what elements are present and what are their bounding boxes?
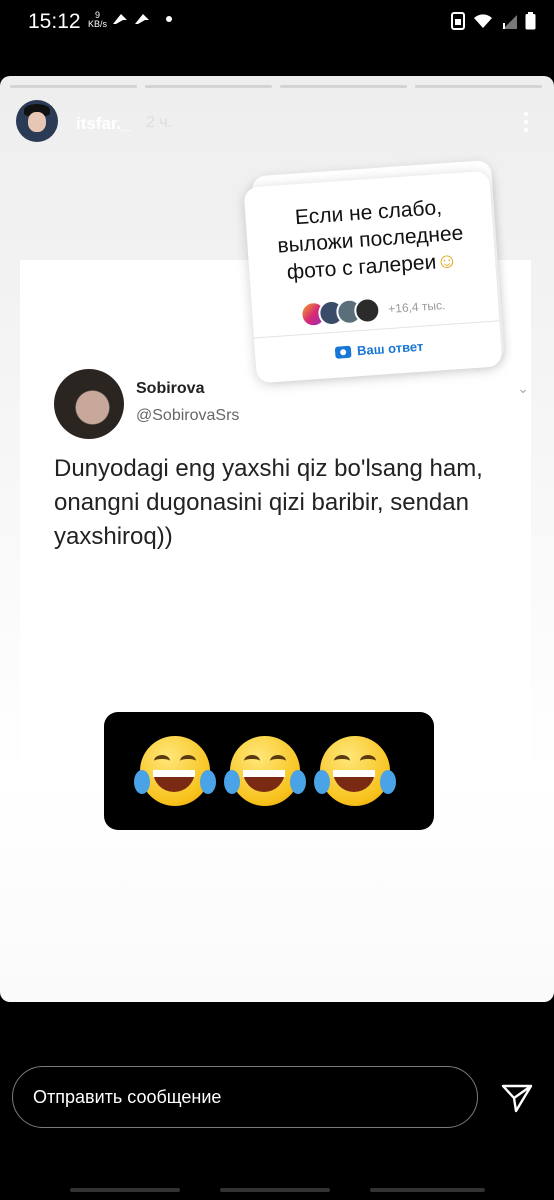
tweet-text: Dunyodagi eng yaxshi qiz bo'lsang ham, o…	[54, 455, 483, 550]
sim-icon	[451, 12, 465, 30]
avatar-face	[28, 112, 46, 132]
answer-button[interactable]: Ваш ответ	[334, 338, 424, 360]
dot-icon	[166, 16, 172, 22]
avatar[interactable]	[16, 100, 58, 142]
nav-indicator	[220, 1188, 330, 1192]
tweet-name: Sobirova	[136, 380, 205, 397]
status-bar: 15:12 9 KB/s	[0, 0, 554, 44]
network-speed-unit: KB/s	[88, 19, 108, 29]
question-text: Если не слабо, выложи последнее фото с г…	[255, 191, 486, 288]
wifi-icon	[474, 14, 492, 28]
story-progress-segment	[10, 85, 137, 88]
system-icons	[451, 12, 536, 30]
responder-count: +16,4 тыс.	[387, 298, 446, 316]
message-placeholder: Отправить сообщение	[33, 1087, 222, 1107]
tiktok-icon	[135, 14, 149, 24]
battery-icon	[525, 12, 536, 30]
signal-icon	[503, 15, 517, 29]
tweet-handle: @SobirovaSrs	[136, 407, 240, 424]
message-input[interactable]: Отправить сообщение	[12, 1066, 478, 1128]
username[interactable]: itsfar._	[76, 114, 131, 134]
nav-indicator	[70, 1188, 180, 1192]
answer-label: Ваш ответ	[356, 338, 424, 359]
tiktok-icon	[113, 14, 127, 24]
story-progress-segment	[280, 85, 407, 88]
post-time: 2 ч.	[146, 114, 173, 131]
tweet-avatar	[54, 369, 124, 439]
laughing-tears-icon	[224, 734, 306, 808]
story-progress-segment	[415, 85, 542, 88]
send-icon[interactable]	[500, 1080, 534, 1114]
question-emoji: ☺	[435, 249, 459, 274]
more-options-icon[interactable]	[524, 112, 530, 132]
responders: +16,4 тыс.	[299, 292, 447, 329]
question-sticker[interactable]: Если не слабо, выложи последнее фото с г…	[243, 170, 503, 384]
divider	[253, 320, 500, 339]
network-speed: 9 KB/s	[88, 11, 107, 29]
laughing-tears-icon	[314, 734, 396, 808]
status-time: 15:12	[28, 10, 81, 33]
chevron-down-icon: ⌄	[517, 380, 529, 396]
camera-icon	[334, 345, 352, 359]
emoji-panel	[104, 712, 434, 830]
story-progress-segment	[145, 85, 272, 88]
responder-avatar	[353, 296, 382, 325]
story-frame[interactable]: itsfar._ 2 ч. Sobirova @SobirovaSrs ⌄ Du…	[0, 76, 554, 1002]
laughing-tears-icon	[134, 734, 216, 808]
nav-indicator	[370, 1188, 485, 1192]
